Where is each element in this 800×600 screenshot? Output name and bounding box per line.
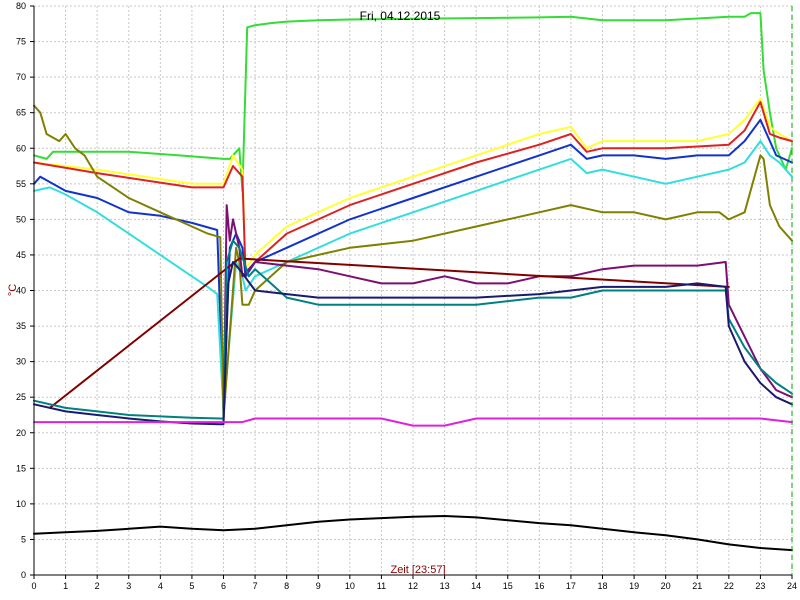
y-tick-label: 65 [16,108,26,118]
x-axis-label: Zeit [23:57] [390,564,445,576]
x-tick-label: 21 [692,581,702,591]
x-tick-label: 8 [284,581,289,591]
x-tick-label: 20 [661,581,671,591]
x-tick-label: 12 [408,581,418,591]
x-tick-label: 3 [126,581,131,591]
x-tick-label: 16 [534,581,544,591]
x-tick-label: 9 [316,581,321,591]
y-tick-label: 20 [16,428,26,438]
x-tick-label: 18 [597,581,607,591]
x-tick-label: 6 [221,581,226,591]
y-tick-label: 25 [16,392,26,402]
x-tick-label: 10 [345,581,355,591]
x-tick-label: 13 [440,581,450,591]
y-tick-label: 40 [16,286,26,296]
x-tick-label: 1 [63,581,68,591]
y-tick-label: 45 [16,250,26,260]
x-tick-label: 19 [629,581,639,591]
y-tick-label: 55 [16,179,26,189]
line-chart: Fri, 04.12.2015 Zeit [23:57] °C 01234567… [0,0,800,600]
y-tick-label: 60 [16,143,26,153]
y-tick-label: 15 [16,463,26,473]
x-tick-label: 4 [158,581,163,591]
x-tick-label: 23 [755,581,765,591]
x-tick-label: 7 [253,581,258,591]
y-tick-label: 80 [16,1,26,11]
x-tick-label: 17 [566,581,576,591]
x-tick-label: 2 [95,581,100,591]
y-tick-label: 50 [16,214,26,224]
y-tick-label: 75 [16,37,26,47]
x-tick-label: 15 [503,581,513,591]
y-tick-label: 70 [16,72,26,82]
y-tick-label: 10 [16,499,26,509]
y-tick-label: 5 [21,534,26,544]
y-tick-label: 30 [16,357,26,367]
plot-background [0,0,800,600]
x-tick-label: 14 [471,581,481,591]
y-tick-label: 35 [16,321,26,331]
x-tick-label: 22 [724,581,734,591]
x-tick-label: 0 [31,581,36,591]
y-tick-label: 0 [21,570,26,580]
x-tick-label: 5 [189,581,194,591]
x-tick-label: 24 [787,581,797,591]
chart-title: Fri, 04.12.2015 [360,9,441,23]
x-tick-label: 11 [377,581,386,591]
